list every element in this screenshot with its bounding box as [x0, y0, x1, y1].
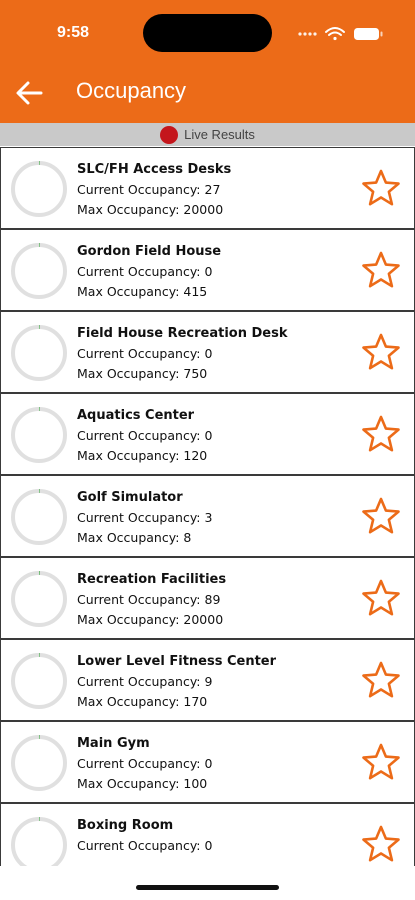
facility-name: Gordon Field House	[77, 244, 222, 259]
facility-card[interactable]: Boxing Room Current Occupancy: 0	[0, 803, 415, 866]
facility-info: Boxing Room Current Occupancy: 0	[77, 816, 212, 856]
favorite-star-icon[interactable]	[361, 168, 401, 208]
cellular-signal-icon	[298, 32, 317, 36]
facility-card[interactable]: Field House Recreation Desk Current Occup…	[0, 311, 415, 393]
facility-info: SLC/FH Access Desks Current Occupancy: 27…	[77, 160, 231, 220]
home-indicator[interactable]	[136, 885, 279, 890]
facility-name: SLC/FH Access Desks	[77, 162, 232, 177]
status-time: 9:58	[57, 24, 90, 41]
facility-name: Field House Recreation Desk	[77, 326, 288, 341]
live-results-label: Live Results	[184, 127, 255, 142]
current-occupancy: Current Occupancy: 0	[77, 346, 213, 361]
current-occupancy: Current Occupancy: 0	[77, 428, 213, 443]
facility-info: Main Gym Current Occupancy: 0 Max Occupanc…	[77, 734, 212, 794]
occupancy-ring	[11, 243, 67, 299]
current-occupancy: Current Occupancy: 27	[77, 182, 221, 197]
occupancy-ring	[11, 161, 67, 217]
facility-info: Gordon Field House Current Occupancy: 0 Ma…	[77, 242, 221, 302]
facility-card[interactable]: Lower Level Fitness Center Current Occupa…	[0, 639, 415, 721]
max-occupancy: Max Occupancy: 100	[77, 776, 208, 791]
favorite-star-icon[interactable]	[361, 332, 401, 372]
current-occupancy: Current Occupancy: 0	[77, 838, 213, 853]
facility-info: Aquatics Center Current Occupancy: 0 Max O…	[77, 406, 212, 466]
current-occupancy: Current Occupancy: 3	[77, 510, 213, 525]
occupancy-ring	[11, 735, 67, 791]
facility-info: Field House Recreation Desk Current Occup…	[77, 324, 288, 384]
occupancy-ring	[11, 817, 67, 866]
favorite-star-icon[interactable]	[361, 578, 401, 618]
favorite-star-icon[interactable]	[361, 414, 401, 454]
occupancy-ring	[11, 653, 67, 709]
favorite-star-icon[interactable]	[361, 742, 401, 782]
max-occupancy: Max Occupancy: 8	[77, 530, 192, 545]
wifi-icon	[325, 27, 345, 41]
live-indicator-icon	[160, 125, 179, 144]
facility-card[interactable]: Recreation Facilities Current Occupancy: …	[0, 557, 415, 639]
max-occupancy: Max Occupancy: 170	[77, 694, 208, 709]
occupancy-ring	[11, 571, 67, 627]
favorite-star-icon[interactable]	[361, 496, 401, 536]
facility-card[interactable]: SLC/FH Access Desks Current Occupancy: 27…	[0, 147, 415, 229]
max-occupancy: Max Occupancy: 20000	[77, 612, 224, 627]
favorite-star-icon[interactable]	[361, 250, 401, 290]
current-occupancy: Current Occupancy: 9	[77, 674, 213, 689]
occupancy-ring	[11, 407, 67, 463]
occupancy-ring	[11, 489, 67, 545]
facility-info: Golf Simulator Current Occupancy: 3 Max Oc…	[77, 488, 212, 548]
facility-name: Boxing Room	[77, 818, 174, 833]
max-occupancy: Max Occupancy: 120	[77, 448, 208, 463]
facility-name: Recreation Facilities	[77, 572, 227, 587]
occupancy-ring	[11, 325, 67, 381]
max-occupancy: Max Occupancy: 20000	[77, 202, 224, 217]
max-occupancy: Max Occupancy: 415	[77, 284, 208, 299]
page-title: Occupancy	[76, 78, 187, 103]
facility-info: Lower Level Fitness Center Current Occupa…	[77, 652, 276, 712]
app-header: 9:58 Occupancy	[0, 0, 415, 123]
current-occupancy: Current Occupancy: 89	[77, 592, 221, 607]
status-icons	[298, 27, 383, 41]
current-occupancy: Current Occupancy: 0	[77, 264, 213, 279]
facility-card[interactable]: Gordon Field House Current Occupancy: 0 Ma…	[0, 229, 415, 311]
dynamic-island	[143, 14, 272, 52]
current-occupancy: Current Occupancy: 0	[77, 756, 213, 771]
facility-name: Aquatics Center	[77, 408, 195, 423]
max-occupancy: Max Occupancy: 750	[77, 366, 208, 381]
facility-name: Main Gym	[77, 736, 150, 751]
facility-name: Lower Level Fitness Center	[77, 654, 277, 669]
back-arrow-icon[interactable]	[14, 80, 44, 106]
facility-name: Golf Simulator	[77, 490, 183, 505]
facility-card[interactable]: Aquatics Center Current Occupancy: 0 Max O…	[0, 393, 415, 475]
battery-icon	[354, 28, 383, 40]
facility-card[interactable]: Main Gym Current Occupancy: 0 Max Occupanc…	[0, 721, 415, 803]
favorite-star-icon[interactable]	[361, 660, 401, 700]
live-results-bar: Live Results	[0, 123, 415, 146]
favorite-star-icon[interactable]	[361, 824, 401, 864]
facility-card[interactable]: Golf Simulator Current Occupancy: 3 Max Oc…	[0, 475, 415, 557]
facility-list[interactable]: SLC/FH Access Desks Current Occupancy: 27…	[0, 146, 415, 866]
facility-info: Recreation Facilities Current Occupancy: …	[77, 570, 226, 630]
